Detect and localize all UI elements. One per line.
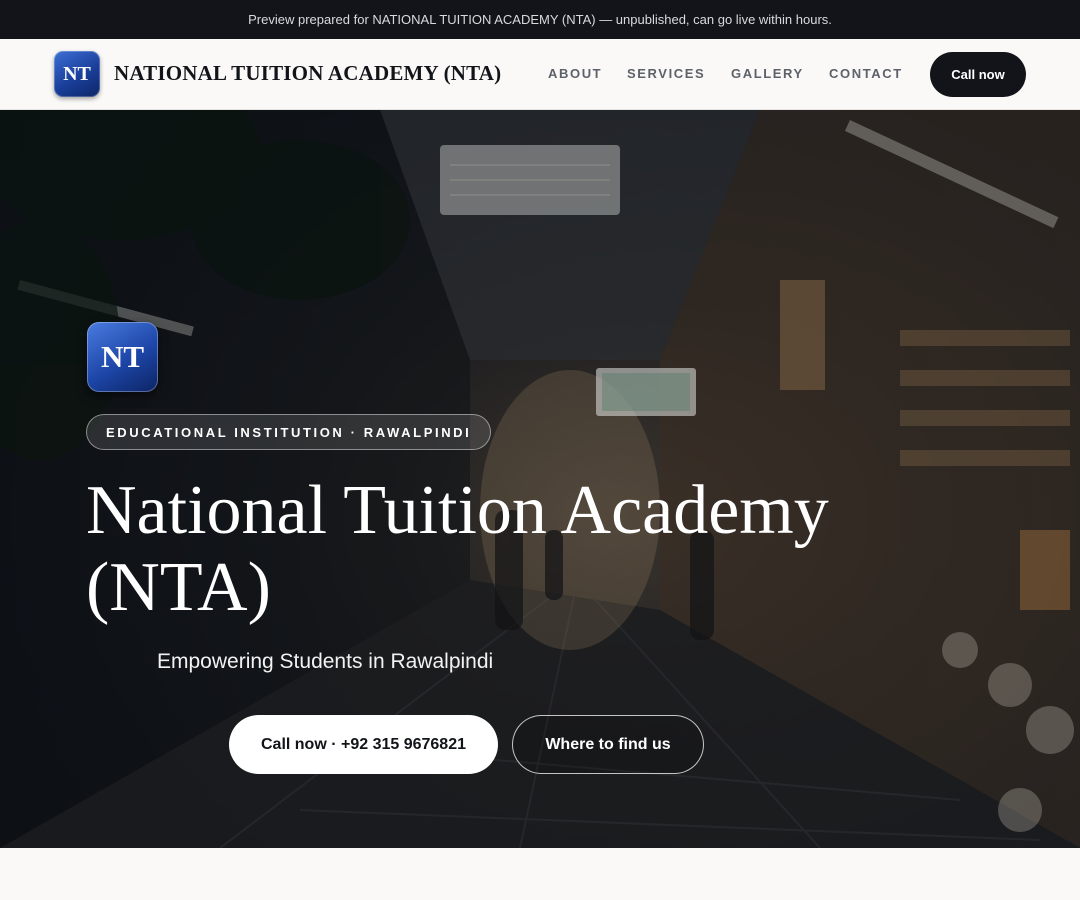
hero-logo: NT — [87, 322, 158, 392]
hero-call-button[interactable]: Call now · +92 315 9676821 — [229, 715, 498, 774]
nav-services-link[interactable]: SERVICES — [627, 66, 705, 81]
nav-about-link[interactable]: ABOUT — [548, 66, 602, 81]
category-location-badge: EDUCATIONAL INSTITUTION · RAWALPINDI — [86, 414, 492, 450]
brand-logo[interactable]: NT — [54, 51, 100, 97]
brand-name[interactable]: NATIONAL TUITION ACADEMY (NTA) — [114, 61, 501, 86]
hero-subtitle: Empowering Students in Rawalpindi — [157, 650, 494, 673]
preview-banner: Preview prepared for NATIONAL TUITION AC… — [0, 0, 1080, 39]
hero-section: NT EDUCATIONAL INSTITUTION · RAWALPINDI … — [0, 110, 1080, 848]
brand-logo-text: NT — [63, 62, 91, 85]
hero-title: National Tuition Academy (NTA) — [86, 472, 829, 626]
where-to-find-us-button[interactable]: Where to find us — [512, 715, 704, 774]
preview-banner-text: Preview prepared for NATIONAL TUITION AC… — [248, 12, 832, 27]
header-call-button[interactable]: Call now — [930, 52, 1026, 97]
hero-logo-text: NT — [100, 339, 145, 374]
nav-gallery-link[interactable]: GALLERY — [731, 66, 804, 81]
nav-contact-link[interactable]: CONTACT — [829, 66, 903, 81]
site-header: NT NATIONAL TUITION ACADEMY (NTA) ABOUT … — [0, 39, 1080, 110]
